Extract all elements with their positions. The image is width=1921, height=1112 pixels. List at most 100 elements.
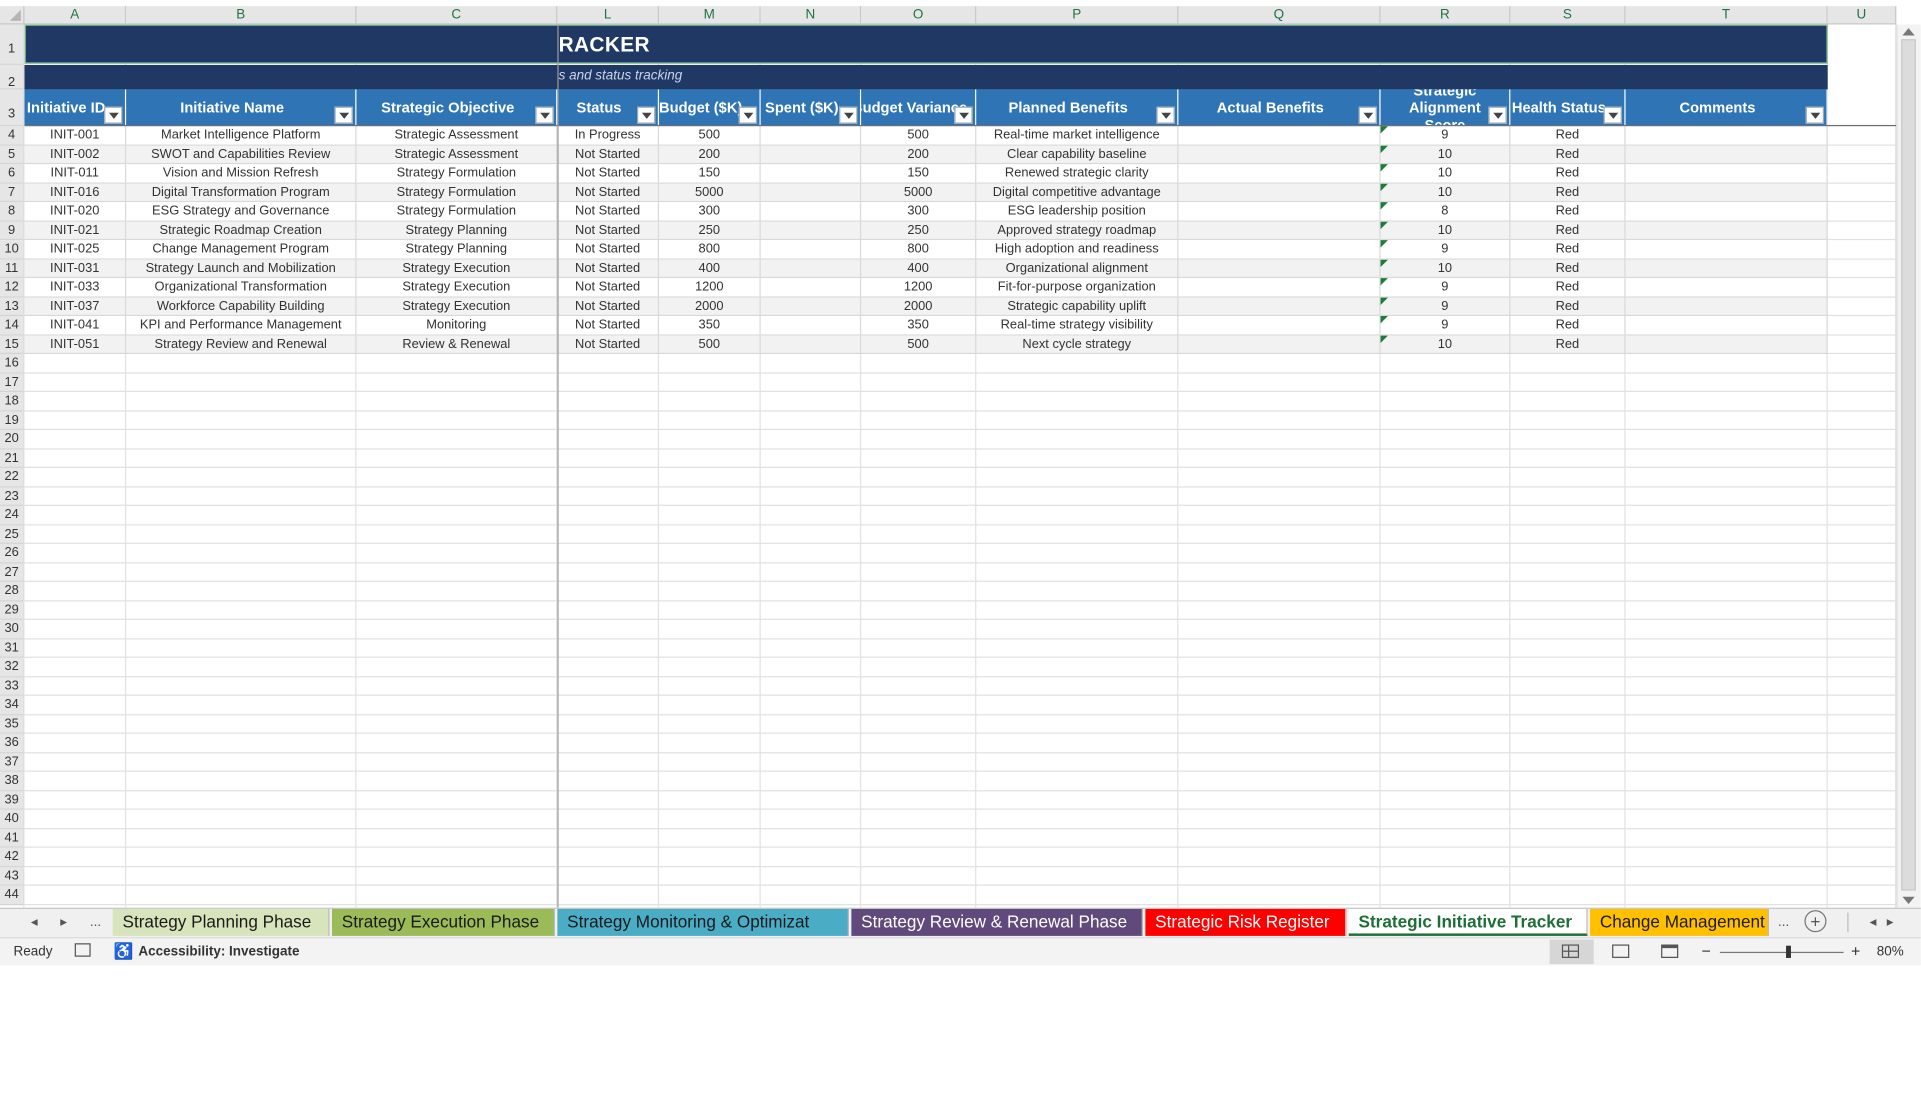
table-cell[interactable]: ESG leadership position — [976, 202, 1179, 222]
table-cell[interactable]: Monitoring — [356, 316, 558, 336]
table-cell[interactable]: Change Management Program — [126, 240, 357, 260]
table-cell[interactable]: SWOT and Capabilities Review — [126, 145, 357, 165]
number-as-text-indicator-icon[interactable] — [1380, 126, 1388, 134]
table-cell[interactable]: In Progress — [557, 126, 660, 146]
table-cell[interactable] — [760, 145, 862, 165]
table-cell[interactable]: Strategic capability uplift — [976, 297, 1179, 317]
table-cell[interactable]: Fit-for-purpose organization — [976, 278, 1179, 298]
column-header[interactable]: L — [557, 6, 660, 25]
hscroll-left-icon[interactable]: ◂ — [1864, 909, 1881, 936]
table-cell[interactable]: ESG Strategy and Governance — [126, 202, 357, 222]
table-cell[interactable]: Red — [1510, 126, 1626, 146]
tab-scroll-right-icon[interactable]: ▸ — [51, 909, 76, 936]
table-cell[interactable] — [1178, 240, 1381, 260]
zoom-slider-thumb[interactable] — [1785, 945, 1791, 958]
table-cell[interactable]: 5000 — [861, 183, 977, 203]
table-cell[interactable] — [1625, 164, 1828, 184]
column-header[interactable]: B — [126, 6, 357, 25]
column-header[interactable]: Q — [1178, 6, 1381, 25]
column-header[interactable]: C — [356, 6, 558, 25]
table-cell[interactable]: Not Started — [557, 259, 660, 279]
page-break-view-icon[interactable] — [1661, 944, 1679, 958]
row-header[interactable]: 3 — [0, 89, 25, 127]
table-cell[interactable]: Strategy Planning — [356, 221, 558, 241]
number-as-text-indicator-icon[interactable] — [1380, 221, 1388, 229]
worksheet-grid[interactable]: ABCLMNOPQRSTU 1 2 3 4 5 6 7 8 9 10 11 12 13 14 15 16 17 1… — [0, 0, 1921, 908]
selected-cell-outline[interactable] — [24, 24, 1828, 64]
number-as-text-indicator-icon[interactable] — [1380, 202, 1388, 210]
table-cell[interactable] — [760, 297, 862, 317]
table-cell[interactable]: 10 — [1380, 164, 1511, 184]
table-cell[interactable] — [760, 259, 862, 279]
row-header[interactable]: 31 — [0, 638, 25, 658]
scroll-up-icon[interactable] — [1902, 28, 1915, 36]
table-cell[interactable]: 500 — [659, 126, 761, 146]
table-cell[interactable]: Red — [1510, 145, 1626, 165]
table-cell[interactable]: INIT-051 — [24, 335, 127, 355]
tab-scroll-left-icon[interactable]: ◂ — [22, 909, 46, 936]
row-header[interactable]: 9 — [0, 221, 25, 241]
table-cell[interactable] — [1178, 202, 1381, 222]
filter-dropdown-icon[interactable] — [738, 106, 758, 124]
row-header[interactable]: 2 — [0, 64, 25, 90]
number-as-text-indicator-icon[interactable] — [1380, 183, 1388, 191]
table-cell[interactable]: Strategy Formulation — [356, 164, 558, 184]
table-cell[interactable] — [1178, 221, 1381, 241]
table-cell[interactable] — [1178, 164, 1381, 184]
table-cell[interactable]: KPI and Performance Management — [126, 316, 357, 336]
table-cell[interactable]: INIT-033 — [24, 278, 127, 298]
filter-dropdown-icon[interactable] — [839, 106, 858, 124]
table-cell[interactable] — [1625, 259, 1828, 279]
number-as-text-indicator-icon[interactable] — [1380, 240, 1388, 248]
number-as-text-indicator-icon[interactable] — [1380, 259, 1388, 267]
table-cell[interactable]: Not Started — [557, 335, 660, 355]
filter-dropdown-icon[interactable] — [1358, 106, 1377, 124]
filter-dropdown-icon[interactable] — [535, 106, 554, 124]
row-header[interactable]: 25 — [0, 524, 25, 544]
table-cell[interactable]: Red — [1510, 240, 1626, 260]
table-cell[interactable]: Not Started — [557, 183, 660, 203]
table-cell[interactable] — [1178, 183, 1381, 203]
accessibility-icon[interactable]: ♿ — [114, 938, 136, 965]
table-cell[interactable]: 800 — [659, 240, 761, 260]
table-cell[interactable]: 250 — [659, 221, 761, 241]
row-header[interactable]: 8 — [0, 202, 25, 222]
table-cell[interactable]: 150 — [659, 164, 761, 184]
table-cell[interactable]: Vision and Mission Refresh — [126, 164, 357, 184]
table-cell[interactable]: 350 — [659, 316, 761, 336]
row-header[interactable]: 12 — [0, 278, 25, 298]
number-as-text-indicator-icon[interactable] — [1380, 164, 1388, 172]
table-cell[interactable] — [760, 240, 862, 260]
table-cell[interactable]: Not Started — [557, 164, 660, 184]
table-cell[interactable]: INIT-011 — [24, 164, 127, 184]
table-cell[interactable]: 250 — [861, 221, 977, 241]
table-cell[interactable]: Not Started — [557, 240, 660, 260]
table-cell[interactable]: Strategy Launch and Mobilization — [126, 259, 357, 279]
row-header[interactable]: 15 — [0, 335, 25, 355]
table-cell[interactable]: Clear capability baseline — [976, 145, 1179, 165]
table-cell[interactable]: Not Started — [557, 297, 660, 317]
sheet-tab[interactable]: Strategy Planning Phase — [112, 908, 330, 936]
table-cell[interactable]: INIT-037 — [24, 297, 127, 317]
page-layout-view-icon[interactable] — [1612, 944, 1630, 958]
table-cell[interactable] — [760, 316, 862, 336]
table-cell[interactable]: Red — [1510, 278, 1626, 298]
table-cell[interactable]: Red — [1510, 202, 1626, 222]
table-cell[interactable]: 200 — [861, 145, 977, 165]
table-cell[interactable]: 9 — [1380, 278, 1511, 298]
row-header[interactable]: 33 — [0, 676, 25, 696]
hscroll-right-icon[interactable]: ▸ — [1882, 909, 1899, 936]
table-cell[interactable] — [1625, 297, 1828, 317]
row-header[interactable]: 6 — [0, 164, 25, 184]
row-header[interactable]: 24 — [0, 505, 25, 525]
number-as-text-indicator-icon[interactable] — [1380, 145, 1388, 153]
scroll-down-icon[interactable] — [1902, 896, 1915, 905]
table-cell[interactable]: Red — [1510, 335, 1626, 355]
table-cell[interactable] — [1625, 240, 1828, 260]
macro-record-icon[interactable] — [74, 943, 91, 957]
table-cell[interactable]: Not Started — [557, 145, 660, 165]
table-cell[interactable] — [1178, 297, 1381, 317]
table-cell[interactable]: 300 — [659, 202, 761, 222]
table-cell[interactable]: 10 — [1380, 183, 1511, 203]
table-cell[interactable]: Real-time market intelligence — [976, 126, 1179, 146]
